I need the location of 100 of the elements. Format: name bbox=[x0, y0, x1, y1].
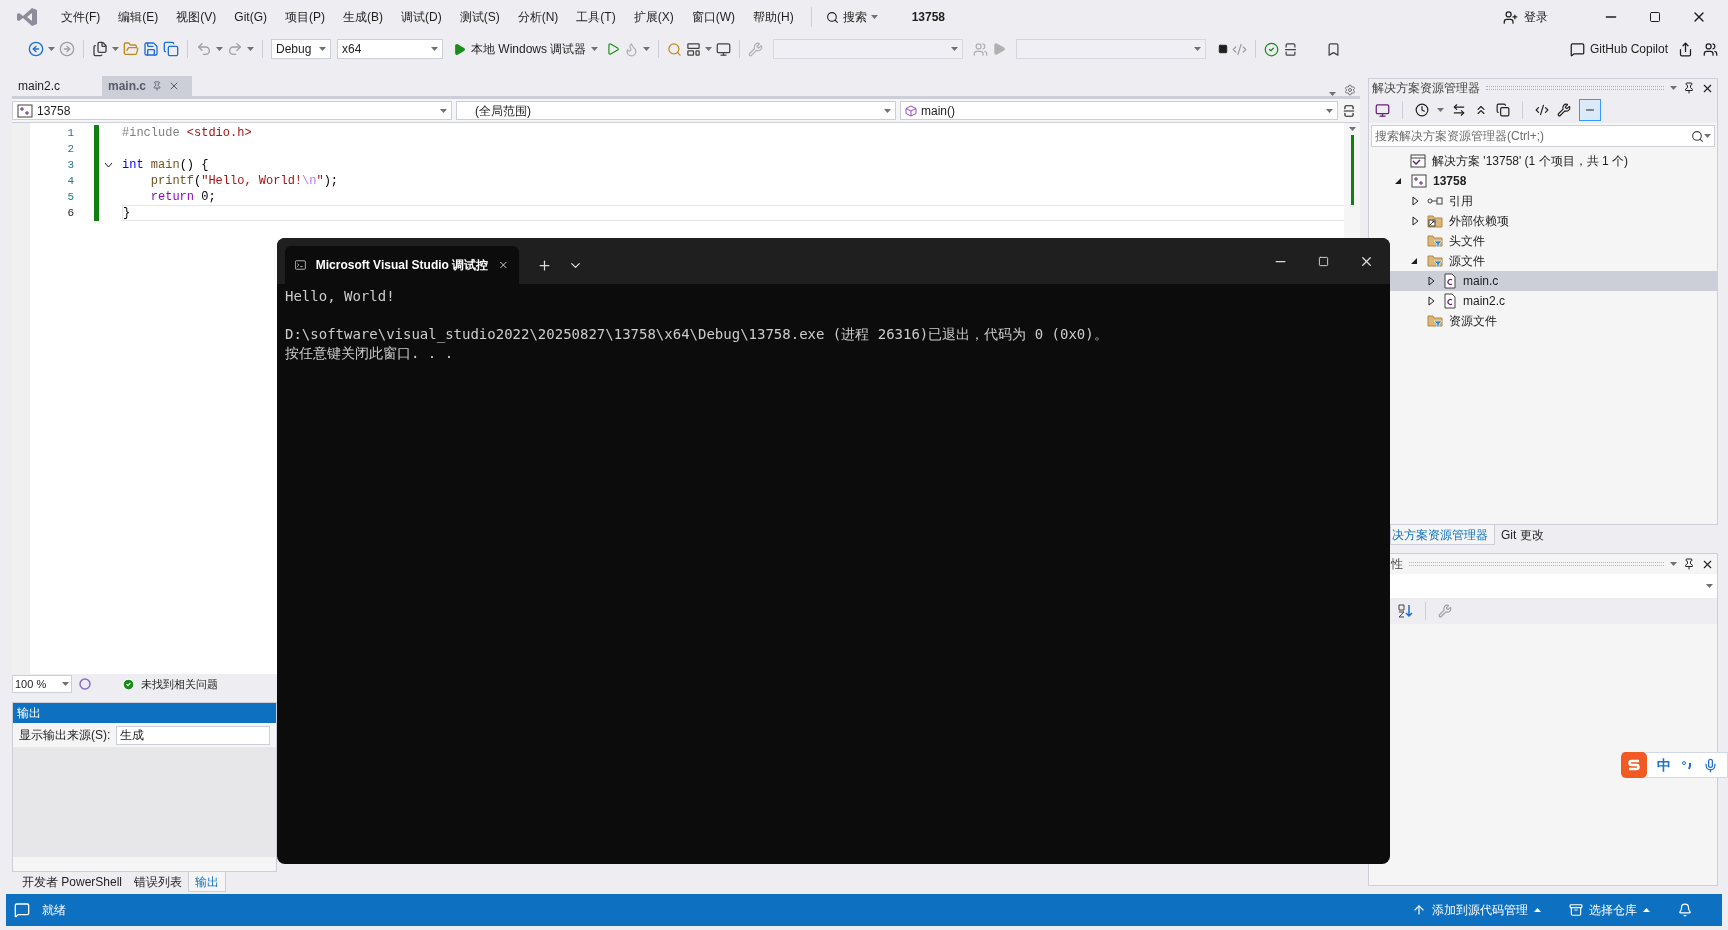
search-field[interactable]: 搜索解决方案资源管理器(Ctrl+;) bbox=[1371, 125, 1715, 147]
caret-icon[interactable] bbox=[870, 15, 878, 19]
caret-icon[interactable] bbox=[247, 47, 254, 51]
preview-toggle[interactable] bbox=[1579, 99, 1601, 121]
scope-dropdown[interactable]: (全局范围) bbox=[456, 101, 896, 120]
bookmark-icon[interactable] bbox=[1326, 41, 1342, 57]
save-all-icon[interactable] bbox=[163, 41, 179, 57]
new-tab-icon[interactable] bbox=[537, 257, 552, 273]
menu-item[interactable]: 编辑(E) bbox=[109, 8, 168, 26]
intellicode-icon[interactable] bbox=[78, 677, 92, 691]
back-icon[interactable] bbox=[28, 41, 44, 57]
output-source-dropdown[interactable]: 生成 bbox=[116, 725, 270, 745]
search-button[interactable]: 搜索 bbox=[819, 8, 884, 26]
menu-item[interactable]: 分析(N) bbox=[508, 8, 568, 26]
panel-tab[interactable]: 输出 bbox=[188, 872, 227, 892]
menu-item[interactable]: 工具(T) bbox=[567, 8, 625, 26]
pin-icon[interactable] bbox=[1683, 82, 1695, 94]
member-dropdown[interactable]: main() bbox=[900, 101, 1338, 120]
caret-icon[interactable] bbox=[1194, 47, 1202, 51]
tree-item[interactable]: 解决方案 '13758' (1 个项目，共 1 个) bbox=[1390, 151, 1717, 171]
save-icon[interactable] bbox=[143, 41, 159, 57]
copy-icon[interactable] bbox=[1496, 103, 1510, 117]
maximize-icon[interactable] bbox=[1649, 11, 1661, 23]
sort-alphabetical-icon[interactable] bbox=[1397, 603, 1413, 619]
panel-tab[interactable]: Git 更改 bbox=[1495, 525, 1550, 545]
tree-item[interactable]: 头文件 bbox=[1390, 231, 1717, 251]
caret-icon[interactable] bbox=[1670, 562, 1677, 566]
caret-icon[interactable] bbox=[1704, 134, 1711, 138]
notification-icon[interactable] bbox=[14, 902, 30, 918]
code-icon[interactable] bbox=[1535, 103, 1549, 117]
configuration-dropdown[interactable]: Debug bbox=[271, 39, 331, 59]
caret-icon[interactable] bbox=[440, 108, 447, 113]
caret-icon[interactable] bbox=[1326, 108, 1333, 113]
caret-icon[interactable] bbox=[1437, 108, 1444, 112]
tree-item[interactable]: 外部依赖项 bbox=[1390, 211, 1717, 231]
caret-icon[interactable] bbox=[705, 47, 713, 51]
settings-icon[interactable] bbox=[1344, 84, 1356, 96]
sync-icon[interactable] bbox=[1452, 103, 1466, 117]
caret-icon[interactable] bbox=[591, 47, 599, 51]
input-method-toolbar[interactable]: 中 bbox=[1622, 752, 1728, 778]
spell-check-icon[interactable] bbox=[1264, 41, 1280, 57]
menu-item[interactable]: 帮助(H) bbox=[744, 8, 803, 26]
collapse-all-icon[interactable] bbox=[1474, 103, 1488, 117]
start-without-debugging-icon[interactable] bbox=[606, 42, 621, 56]
panel-tab[interactable]: 错误列表 bbox=[128, 872, 189, 892]
menu-item[interactable]: 窗口(W) bbox=[682, 8, 744, 26]
stop-icon[interactable] bbox=[1218, 44, 1229, 54]
add-to-source-control-button[interactable]: 添加到源代码管理 bbox=[1412, 901, 1541, 919]
select-repository-button[interactable]: 选择仓库 bbox=[1569, 901, 1650, 919]
tree-item[interactable]: 13758 bbox=[1390, 171, 1717, 191]
tree-item[interactable]: 引用 bbox=[1390, 191, 1717, 211]
tree-item[interactable]: 资源文件 bbox=[1390, 311, 1717, 331]
format-icon[interactable] bbox=[1283, 41, 1299, 57]
menu-item[interactable]: 生成(B) bbox=[334, 8, 392, 26]
menu-item[interactable]: 调试(D) bbox=[392, 8, 451, 26]
console-tab[interactable]: Microsoft Visual Studio 调试控 bbox=[285, 246, 519, 284]
caret-icon[interactable] bbox=[1706, 584, 1713, 588]
caret-icon[interactable] bbox=[643, 47, 651, 51]
caret-icon[interactable] bbox=[431, 47, 438, 51]
caret-icon[interactable] bbox=[884, 108, 891, 113]
split-icon[interactable] bbox=[1342, 103, 1356, 118]
caret-icon[interactable] bbox=[48, 47, 55, 51]
open-folder-icon[interactable] bbox=[123, 41, 139, 57]
caret-icon[interactable] bbox=[951, 47, 959, 51]
caret-icon[interactable] bbox=[62, 682, 69, 686]
share-icon[interactable] bbox=[1678, 41, 1693, 57]
properties-icon[interactable] bbox=[1557, 103, 1571, 117]
tree-item[interactable]: main.c bbox=[1390, 271, 1717, 291]
panel-tab[interactable]: 开发者 PowerShell bbox=[16, 872, 129, 892]
menu-item[interactable]: 视图(V) bbox=[167, 8, 226, 26]
caret-icon[interactable] bbox=[216, 47, 223, 51]
new-item-icon[interactable] bbox=[92, 41, 108, 57]
layout-icon[interactable] bbox=[686, 41, 702, 57]
start-debugging-button[interactable]: 本地 Windows 调试器 bbox=[453, 40, 599, 58]
tree-item[interactable]: main2.c bbox=[1390, 291, 1717, 311]
tree-item[interactable]: 源文件 bbox=[1390, 251, 1717, 271]
zoom-dropdown[interactable]: 100 % bbox=[12, 675, 72, 693]
menu-item[interactable]: 文件(F) bbox=[52, 8, 110, 26]
caret-icon[interactable] bbox=[1670, 86, 1677, 90]
pin-icon[interactable] bbox=[1683, 558, 1695, 570]
menu-item[interactable]: Git(G) bbox=[225, 8, 276, 26]
caret-icon[interactable] bbox=[319, 47, 326, 51]
scroll-up-icon[interactable] bbox=[1348, 127, 1356, 131]
panel-tab[interactable]: 决方案资源管理器 bbox=[1390, 525, 1495, 545]
copilot-button[interactable]: GitHub Copilot bbox=[1569, 40, 1668, 58]
fold-chevron-icon[interactable] bbox=[104, 162, 113, 168]
line-number: 6 bbox=[66, 205, 74, 221]
solution-view-icon[interactable] bbox=[1375, 102, 1390, 118]
caret-icon[interactable] bbox=[112, 47, 119, 51]
platform-dropdown[interactable]: x64 bbox=[337, 39, 443, 59]
app-logo-icon[interactable] bbox=[16, 7, 38, 27]
menu-item[interactable]: 项目(P) bbox=[276, 8, 334, 26]
menu-item[interactable]: 测试(S) bbox=[450, 8, 509, 26]
search-icon[interactable] bbox=[825, 10, 839, 24]
bell-icon[interactable] bbox=[1678, 903, 1692, 917]
clock-icon[interactable] bbox=[1415, 103, 1429, 117]
monitor-icon[interactable] bbox=[716, 41, 732, 57]
sign-in-button[interactable]: 登录 bbox=[1503, 8, 1548, 26]
project-dropdown[interactable]: 13758 bbox=[12, 101, 452, 120]
menu-item[interactable]: 扩展(X) bbox=[624, 8, 683, 26]
